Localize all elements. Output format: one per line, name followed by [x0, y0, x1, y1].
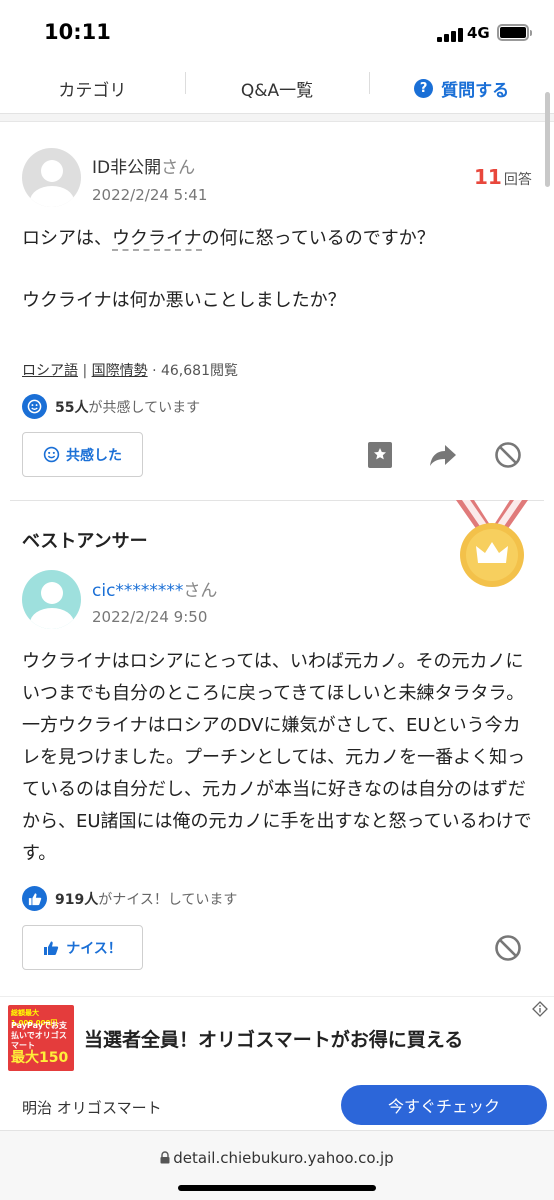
question-tags: ロシア語 | 国際情勢 · 46,681閲覧 [22, 363, 238, 379]
ad-thumbnail[interactable]: 総額最大1,000,000円 PayPayでお支払いでオリゴスマート 最大150 [8, 1005, 74, 1071]
network-type: 4G [467, 24, 490, 42]
nice-button[interactable]: ナイス！ [22, 925, 143, 970]
question-avatar[interactable] [22, 148, 81, 207]
honorific: さん [161, 158, 196, 178]
question-icon: ? [414, 79, 434, 98]
bookmark-icon[interactable] [365, 440, 395, 470]
empathy-button-label: 共感した [66, 447, 122, 464]
medal-icon [452, 500, 532, 588]
block-icon[interactable] [493, 440, 523, 470]
empathy-summary: 55人 が共感しています [22, 394, 200, 419]
ad-info-icon[interactable] [532, 1001, 548, 1017]
browser-url-bar[interactable]: detail.chiebukuro.yahoo.co.jp [0, 1130, 554, 1200]
question-user-id: ID非公開 [92, 158, 162, 178]
answerer-user[interactable]: cic********さん [92, 576, 217, 601]
nav-qa-list[interactable]: Q&A一覧 [184, 64, 370, 113]
ask-label: 質問する [441, 81, 510, 101]
ad-thumb-line-3: 最大150 [11, 1050, 69, 1066]
url-display[interactable]: detail.chiebukuro.yahoo.co.jp [0, 1149, 554, 1168]
question-text-part: ロシアは、 [22, 228, 112, 249]
empathy-text: が共感しています [88, 399, 201, 416]
nice-summary: 919人 がナイス！しています [22, 886, 237, 911]
smile-icon [22, 394, 47, 419]
question-line-2: ウクライナは何か悪いことしましたか？ [22, 290, 346, 311]
top-nav: カテゴリ Q&A一覧 ? 質問する [0, 64, 554, 114]
signal-icon [437, 26, 463, 42]
tag-international[interactable]: 国際情勢 [92, 363, 148, 379]
nice-count: 919人 [55, 891, 99, 908]
block-icon[interactable] [493, 933, 523, 963]
url-text: detail.chiebukuro.yahoo.co.jp [173, 1149, 394, 1167]
lock-icon [160, 1150, 170, 1168]
status-bar: 10:11 4G [0, 0, 554, 64]
honorific: さん [183, 581, 218, 601]
empathy-count: 55人 [55, 399, 89, 416]
home-indicator[interactable] [178, 1185, 376, 1191]
clock: 10:11 [44, 20, 111, 44]
ad-cta-button[interactable]: 今すぐチェック [341, 1085, 547, 1125]
question-date: 2022/2/24 5:41 [92, 186, 208, 204]
answer-count[interactable]: 11 回答 [474, 165, 532, 189]
section-gap [0, 114, 554, 122]
nice-button-label: ナイス！ [66, 940, 122, 957]
battery-icon [497, 24, 532, 41]
ad-headline[interactable]: 当選者全員！オリゴスマートがお得に買える [84, 1025, 463, 1052]
keyword-link[interactable]: ウクライナ [112, 228, 202, 251]
nav-category[interactable]: カテゴリ [0, 64, 185, 113]
answer-date: 2022/2/24 9:50 [92, 608, 208, 626]
ad-banner[interactable]: 総額最大1,000,000円 PayPayでお支払いでオリゴスマート 最大150… [0, 996, 554, 1130]
answerer-user-id: cic******** [92, 581, 184, 601]
best-answer-title: ベストアンサー [22, 531, 148, 552]
thumbs-up-icon [43, 940, 59, 956]
question-line-1: ロシアは、ウクライナの何に怒っているのですか？ [22, 224, 532, 254]
nav-ask-button[interactable]: ? 質問する [369, 64, 554, 113]
thumbs-up-icon [22, 886, 47, 911]
answer-count-label: 回答 [503, 172, 532, 188]
answer-count-number: 11 [474, 165, 502, 189]
question-user[interactable]: ID非公開さん [92, 153, 195, 178]
view-count: 46,681閲覧 [160, 363, 238, 379]
nice-text: がナイス！しています [98, 891, 238, 908]
smile-icon [43, 446, 60, 463]
question-text-part: の何に怒っているのですか？ [201, 228, 435, 249]
empathy-button[interactable]: 共感した [22, 432, 143, 477]
answer-text: ウクライナはロシアにとっては、いわば元カノ。その元カノにいつまでも自分のところに… [22, 651, 532, 864]
scrollbar[interactable] [545, 92, 550, 187]
ad-sponsor: 明治 オリゴスマート [22, 1099, 162, 1117]
tag-russian[interactable]: ロシア語 [22, 363, 78, 379]
answerer-avatar[interactable] [22, 570, 81, 629]
share-icon[interactable] [428, 440, 458, 470]
